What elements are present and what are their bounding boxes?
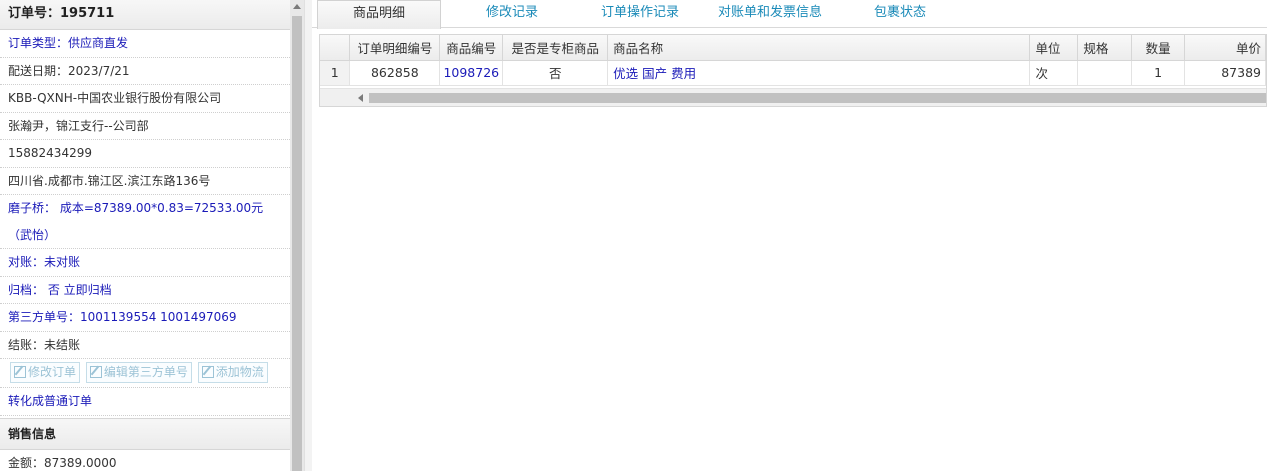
scrollbar-thumb[interactable] (292, 16, 302, 471)
reconcile-status[interactable]: 对账：未对账 (0, 249, 290, 277)
tab-reconcile-invoice[interactable]: 对账单和发票信息 (705, 0, 835, 28)
tab-package-status[interactable]: 包裹状态 (840, 0, 960, 28)
modify-order-button[interactable]: 修改订单 (10, 362, 81, 383)
column-header[interactable]: 商品编号 (439, 35, 504, 61)
sales-amount: 金额：87389.0000 (0, 450, 290, 471)
detail-id-cell: 862858 (349, 60, 441, 86)
edit-icon (14, 366, 26, 378)
horizontal-scrollbar[interactable] (320, 88, 1266, 106)
column-header[interactable]: 规格 (1077, 35, 1133, 61)
convert-to-normal-order-link[interactable]: 转化成普通订单 (0, 388, 290, 416)
order-info-panel: 订单号：195711 订单类型：供应商直发 配送日期：2023/7/21 KBB… (0, 0, 290, 471)
order-number: 订单号：195711 (0, 0, 290, 30)
column-header[interactable]: 数量 (1131, 35, 1186, 61)
edit-third-party-button[interactable]: 编辑第三方单号 (85, 362, 192, 383)
sales-info-header: 销售信息 (0, 417, 290, 450)
column-header[interactable]: 订单明细编号 (349, 35, 441, 61)
settlement-status: 结账：未结账 (0, 332, 290, 359)
row-number: 1 (320, 60, 351, 86)
counter-cell: 否 (502, 60, 609, 86)
archive-status[interactable]: 归档： 否 立即归档 (0, 277, 290, 304)
edit-icon (89, 366, 102, 378)
order-type: 订单类型：供应商直发 (0, 30, 290, 58)
product-id-link[interactable]: 1098726 (439, 60, 504, 86)
spec-cell (1077, 60, 1133, 86)
product-grid: 订单明细编号 商品编号 是否是专柜商品 商品名称 单位 规格 数量 单价 1 8… (319, 34, 1267, 107)
company-name: KBB-QXNH-中国农业银行股份有限公司 (0, 85, 290, 113)
cost-info: 磨子桥： 成本=87389.00*0.83=72533.00元（武怡） (0, 195, 290, 249)
panel-splitter[interactable] (304, 0, 312, 471)
product-table: 订单明细编号 商品编号 是否是专柜商品 商品名称 单位 规格 数量 单价 1 8… (320, 35, 1266, 86)
column-header[interactable]: 单价 (1184, 35, 1266, 61)
tab-product-detail[interactable]: 商品明细 (317, 0, 441, 29)
delivery-date: 配送日期：2023/7/21 (0, 58, 290, 85)
contact-phone: 15882434299 (0, 140, 290, 168)
rownum-header (320, 35, 351, 61)
table-row[interactable]: 1 862858 1098726 否 优选 国产 费用 次 1 87389 (320, 60, 1266, 86)
third-party-numbers: 第三方单号：1001139554 1001497069 (0, 304, 290, 332)
quantity-cell: 1 (1131, 60, 1186, 86)
price-cell: 87389 (1184, 60, 1266, 86)
vertical-scrollbar[interactable] (290, 0, 304, 471)
chevron-left-icon[interactable] (358, 94, 363, 102)
scrollbar-thumb[interactable] (369, 93, 1266, 103)
table-header: 订单明细编号 商品编号 是否是专柜商品 商品名称 单位 规格 数量 单价 (320, 35, 1266, 61)
tab-modify-log[interactable]: 修改记录 (452, 0, 572, 28)
edit-icon (201, 366, 214, 378)
column-header[interactable]: 单位 (1029, 35, 1079, 61)
detail-panel: 商品明细 修改记录 订单操作记录 对账单和发票信息 包裹状态 订单明细编号 商品… (312, 0, 1267, 471)
product-name-link[interactable]: 优选 国产 费用 (607, 60, 1031, 86)
tab-bar: 商品明细 修改记录 订单操作记录 对账单和发票信息 包裹状态 (312, 0, 1267, 29)
column-header[interactable]: 是否是专柜商品 (502, 35, 609, 61)
delivery-address: 四川省.成都市.锦江区.滨江东路136号 (0, 168, 290, 195)
unit-cell: 次 (1029, 60, 1079, 86)
action-buttons: 修改订单 编辑第三方单号 添加物流 (0, 359, 290, 388)
tab-operation-log[interactable]: 订单操作记录 (580, 0, 700, 28)
chevron-up-icon[interactable] (293, 4, 301, 9)
column-header[interactable]: 商品名称 (607, 35, 1031, 61)
add-logistics-button[interactable]: 添加物流 (197, 362, 268, 383)
contact-name: 张瀚尹，锦江支行--公司部 (0, 113, 290, 140)
